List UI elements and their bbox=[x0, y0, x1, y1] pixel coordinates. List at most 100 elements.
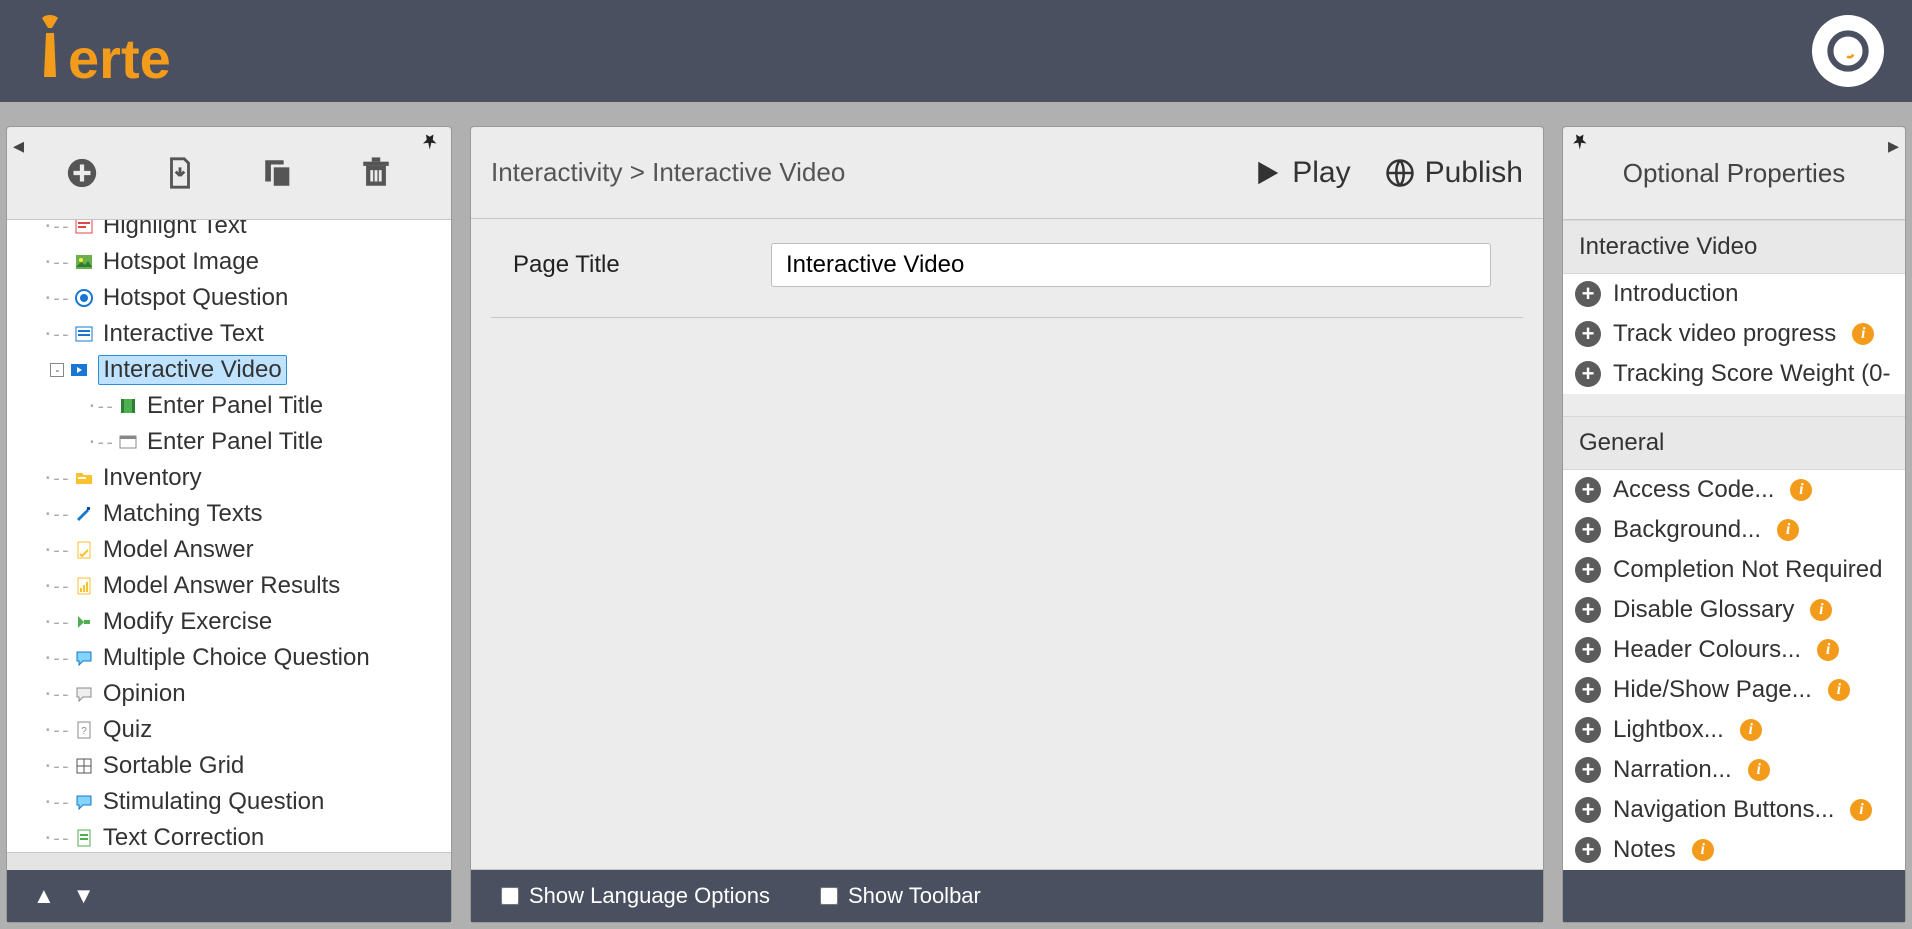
property-label: Narration... bbox=[1613, 756, 1732, 784]
right-body[interactable]: Interactive Video+Introduction+Track vid… bbox=[1563, 219, 1905, 870]
property-track-video-progress[interactable]: +Track video progressi bbox=[1563, 314, 1905, 354]
property-label: Disable Glossary bbox=[1613, 596, 1794, 624]
tree-item-label: Enter Panel Title bbox=[147, 428, 323, 456]
page-title-input[interactable] bbox=[771, 243, 1491, 287]
info-icon[interactable]: i bbox=[1850, 799, 1872, 821]
pin-right-icon[interactable] bbox=[1573, 133, 1591, 157]
expander-icon[interactable]: - bbox=[50, 363, 64, 377]
property-lightbox-[interactable]: +Lightbox...i bbox=[1563, 710, 1905, 750]
add-property-icon[interactable]: + bbox=[1575, 321, 1601, 347]
tree-item-hotspot-image[interactable]: ·--Hotspot Image bbox=[7, 244, 451, 280]
info-icon[interactable]: i bbox=[1777, 519, 1799, 541]
duplicate-button[interactable] bbox=[258, 153, 298, 193]
play-icon bbox=[1252, 158, 1282, 188]
collapse-right-icon[interactable]: ▸ bbox=[1888, 133, 1899, 159]
property-label: Access Code... bbox=[1613, 476, 1774, 504]
tree-item-model-answer-results[interactable]: ·--Model Answer Results bbox=[7, 568, 451, 604]
chat2-icon bbox=[73, 683, 95, 705]
property-introduction[interactable]: + Introduction bbox=[1563, 274, 1905, 314]
tree-item-enter-panel-title[interactable]: ·--Enter Panel Title bbox=[7, 388, 451, 424]
property-header-colours-[interactable]: +Header Colours...i bbox=[1563, 630, 1905, 670]
add-property-icon[interactable]: + bbox=[1575, 557, 1601, 583]
tree-item-label: Sortable Grid bbox=[103, 752, 244, 780]
property-label: Introduction bbox=[1613, 280, 1738, 308]
info-icon[interactable]: i bbox=[1790, 479, 1812, 501]
tree-item-sortable-grid[interactable]: ·--Sortable Grid bbox=[7, 748, 451, 784]
add-property-icon[interactable]: + bbox=[1575, 597, 1601, 623]
add-property-icon[interactable]: + bbox=[1575, 361, 1601, 387]
show-toolbar-toggle[interactable]: Show Toolbar bbox=[820, 883, 981, 909]
publish-button[interactable]: Publish bbox=[1385, 156, 1523, 190]
tree-item-label: Stimulating Question bbox=[103, 788, 324, 816]
property-narration-[interactable]: + Narration... i bbox=[1563, 750, 1905, 790]
info-icon[interactable]: i bbox=[1810, 599, 1832, 621]
info-icon[interactable]: i bbox=[1828, 679, 1850, 701]
center-panel: Interactivity > Interactive Video Play P… bbox=[470, 126, 1544, 923]
show-language-checkbox[interactable] bbox=[501, 887, 519, 905]
brand-icon bbox=[1826, 29, 1870, 73]
info-icon[interactable]: i bbox=[1692, 839, 1714, 861]
add-property-icon[interactable]: + bbox=[1575, 477, 1601, 503]
add-property-icon[interactable]: + bbox=[1575, 797, 1601, 823]
collapse-left-icon[interactable]: ◂ bbox=[13, 133, 24, 159]
tree-item-text-correction[interactable]: ·--Text Correction bbox=[7, 820, 451, 852]
tree-item-interactive-text[interactable]: ·--Interactive Text bbox=[7, 316, 451, 352]
tree-item-modify-exercise[interactable]: ·--Modify Exercise bbox=[7, 604, 451, 640]
pin-left-icon[interactable] bbox=[423, 133, 441, 157]
property-label: Navigation Buttons... bbox=[1613, 796, 1834, 824]
property-navigation-buttons-[interactable]: + Navigation Buttons... i bbox=[1563, 790, 1905, 830]
left-panel: ◂ ·--Highlight Text ·--Hotspot Image ·--… bbox=[6, 126, 452, 923]
tree-item-label: Text Correction bbox=[103, 824, 264, 852]
tree-scroll[interactable]: ·--Highlight Text ·--Hotspot Image ·--Ho… bbox=[7, 220, 451, 852]
add-button[interactable] bbox=[62, 153, 102, 193]
import-button[interactable] bbox=[160, 153, 200, 193]
property-hide-show-page-[interactable]: +Hide/Show Page...i bbox=[1563, 670, 1905, 710]
tree-item-model-answer[interactable]: ·--Model Answer bbox=[7, 532, 451, 568]
add-property-icon[interactable]: + bbox=[1575, 837, 1601, 863]
tree-item-label: Hotspot Image bbox=[103, 248, 259, 276]
move-down-icon[interactable]: ▼ bbox=[73, 883, 95, 909]
tree-item-highlight-text[interactable]: ·--Highlight Text bbox=[7, 220, 451, 244]
property-access-code-[interactable]: + Access Code... i bbox=[1563, 470, 1905, 510]
info-icon[interactable]: i bbox=[1817, 639, 1839, 661]
move-up-icon[interactable]: ▲ bbox=[33, 883, 55, 909]
delete-button[interactable] bbox=[356, 153, 396, 193]
add-property-icon[interactable]: + bbox=[1575, 517, 1601, 543]
play-button[interactable]: Play bbox=[1252, 156, 1350, 190]
add-property-icon[interactable]: + bbox=[1575, 717, 1601, 743]
page-title-row: Page Title bbox=[491, 243, 1523, 318]
tree-item-matching-texts[interactable]: ·--Matching Texts bbox=[7, 496, 451, 532]
video-icon bbox=[68, 359, 90, 381]
tree-item-label: Model Answer bbox=[103, 536, 254, 564]
add-property-icon[interactable]: + bbox=[1575, 677, 1601, 703]
property-disable-glossary[interactable]: + Disable Glossary i bbox=[1563, 590, 1905, 630]
info-icon[interactable]: i bbox=[1740, 719, 1762, 741]
wrench-icon bbox=[28, 15, 72, 87]
show-language-toggle[interactable]: Show Language Options bbox=[501, 883, 770, 909]
tree-item-inventory[interactable]: ·--Inventory bbox=[7, 460, 451, 496]
chat-icon bbox=[73, 791, 95, 813]
info-icon[interactable]: i bbox=[1852, 323, 1874, 345]
tree-item-stimulating-question[interactable]: ·--Stimulating Question bbox=[7, 784, 451, 820]
tree-item-label: Opinion bbox=[103, 680, 186, 708]
tree-container: ·--Highlight Text ·--Hotspot Image ·--Ho… bbox=[7, 219, 451, 852]
left-footer: ▲ ▼ bbox=[7, 870, 451, 922]
show-toolbar-checkbox[interactable] bbox=[820, 887, 838, 905]
add-property-icon[interactable]: + bbox=[1575, 637, 1601, 663]
tree-item-interactive-video[interactable]: -Interactive Video bbox=[7, 352, 451, 388]
logo-text: erte bbox=[68, 31, 171, 87]
tree-item-quiz[interactable]: ·--?Quiz bbox=[7, 712, 451, 748]
property-completion-not-required[interactable]: +Completion Not Required bbox=[1563, 550, 1905, 590]
tree-item-hotspot-question[interactable]: ·--Hotspot Question bbox=[7, 280, 451, 316]
tree-hscroll[interactable] bbox=[7, 852, 451, 870]
tree-item-label: Matching Texts bbox=[103, 500, 263, 528]
info-icon[interactable]: i bbox=[1748, 759, 1770, 781]
tree-item-enter-panel-title[interactable]: ·--Enter Panel Title bbox=[7, 424, 451, 460]
add-property-icon[interactable]: + bbox=[1575, 757, 1601, 783]
property-background-[interactable]: +Background...i bbox=[1563, 510, 1905, 550]
add-property-icon[interactable]: + bbox=[1575, 281, 1601, 307]
property-notes[interactable]: +Notesi bbox=[1563, 830, 1905, 870]
property-tracking-score-weight-0-[interactable]: +Tracking Score Weight (0- bbox=[1563, 354, 1905, 394]
tree-item-multiple-choice-question[interactable]: ·--Multiple Choice Question bbox=[7, 640, 451, 676]
tree-item-opinion[interactable]: ·--Opinion bbox=[7, 676, 451, 712]
